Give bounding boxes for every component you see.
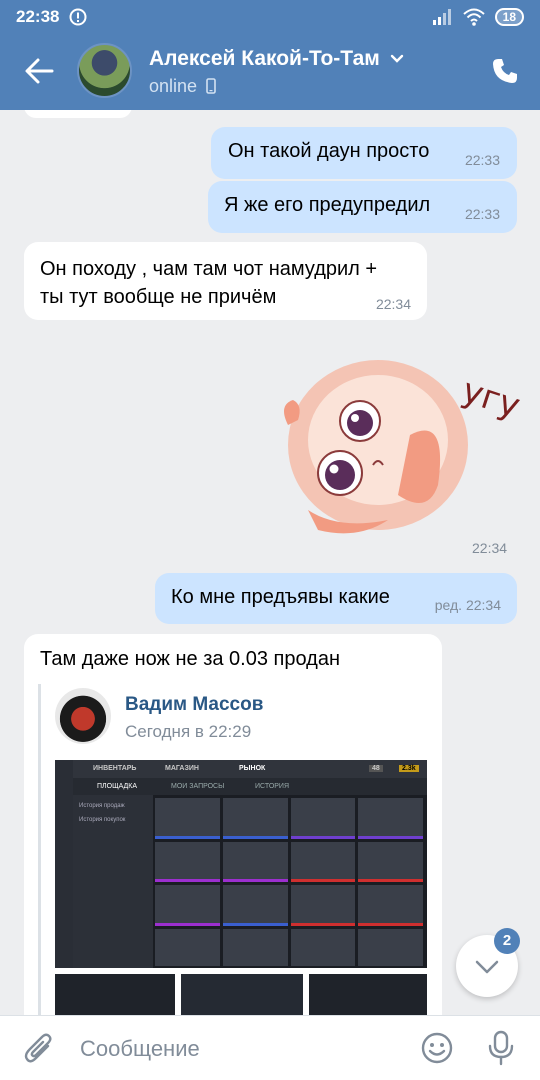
game-sidebar [55, 760, 73, 968]
attached-thumbnail[interactable] [181, 974, 303, 1015]
message-input[interactable]: Сообщение [80, 1036, 200, 1062]
battery-indicator: 18 [494, 8, 524, 26]
sticker-time: 22:34 [472, 540, 508, 556]
contact-avatar[interactable] [77, 43, 132, 98]
repost-author-avatar[interactable] [55, 688, 111, 744]
signal-icon [432, 9, 451, 25]
attached-thumbnail[interactable] [309, 974, 427, 1015]
message-bubble-out[interactable]: Он такой даун просто 22:33 [211, 127, 517, 179]
game-subtab-1: МОИ ЗАПРОСЫ [171, 783, 225, 790]
contact-status-text: online [149, 76, 198, 96]
game-side-item-1: История покупок [79, 817, 126, 823]
message-text: Он такой даун просто [228, 140, 430, 162]
game-tab-market: РЫНОК [239, 765, 266, 772]
game-subtab-2: ИСТОРИЯ [255, 783, 290, 790]
message-time: 22:34 [375, 296, 411, 312]
game-side-item-0: История продаж [79, 803, 125, 809]
message-bubble-out[interactable]: Я же его предупредил 22:33 [208, 181, 517, 233]
sticker-caption: угу [457, 371, 523, 427]
mobile-icon [206, 78, 216, 94]
back-arrow-icon[interactable] [22, 54, 56, 88]
status-bar: 22:38 18 [0, 0, 540, 34]
message-list[interactable]: Он такой даун просто 22:33 Я же его пред… [0, 110, 540, 1015]
phone-icon[interactable] [490, 56, 520, 86]
microphone-icon[interactable] [487, 1030, 515, 1066]
message-composer: Сообщение [0, 1015, 540, 1080]
sticker-image[interactable]: угу [278, 345, 523, 560]
repost-date: Сегодня в 22:29 [125, 722, 252, 741]
message-bubble-in[interactable]: Он походу , чам там чот намудрил + ты ту… [24, 242, 427, 320]
game-side-panel: История продаж История покупок [73, 795, 153, 968]
message-bubble-in[interactable]: Там даже нож не за 0.03 продан Вадим Мас… [24, 634, 442, 1015]
game-tabbar: ИНВЕНТАРЬ МАГАЗИН РЫНОК 48 2.3k [73, 760, 427, 778]
attached-image[interactable]: ИНВЕНТАРЬ МАГАЗИН РЫНОК 48 2.3k ПЛОЩАДКА… [55, 760, 427, 968]
message-text: Я же его предупредил [224, 194, 431, 216]
chat-header: Алексей Какой-То-Там online [0, 34, 540, 110]
game-balance-2: 2.3k [399, 765, 419, 772]
message-time: 22:33 [464, 152, 500, 168]
game-subtab-0: ПЛОЩАДКА [97, 783, 138, 790]
message-text: Ко мне предъявы какие [171, 586, 390, 608]
unread-count-badge: 2 [494, 928, 520, 954]
game-tab-shop: МАГАЗИН [165, 765, 199, 772]
contact-name[interactable]: Алексей Какой-То-Там [149, 47, 404, 71]
game-balance-1: 48 [369, 765, 383, 772]
previous-message-bubble [24, 110, 132, 118]
message-time: ред. 22:34 [434, 597, 501, 613]
message-time: 22:33 [464, 206, 500, 222]
message-text: Там даже нож не за 0.03 продан [40, 648, 341, 670]
chevron-down-icon [390, 55, 403, 64]
status-time: 22:38 [16, 7, 60, 26]
message-bubble-out[interactable]: Ко мне предъявы какие ред. 22:34 [155, 573, 517, 624]
game-tab-inventory: ИНВЕНТАРЬ [93, 765, 137, 772]
game-subtabbar: ПЛОЩАДКА МОИ ЗАПРОСЫ ИСТОРИЯ [73, 778, 427, 795]
paperclip-icon[interactable] [24, 1032, 54, 1066]
repost-author[interactable]: Вадим Массов [125, 694, 263, 716]
contact-status: online [149, 76, 216, 97]
message-text: Он походу , чам там чот намудрил + ты ту… [40, 258, 378, 308]
emoji-icon[interactable] [420, 1031, 454, 1065]
contact-name-text: Алексей Какой-То-Там [149, 47, 380, 70]
wifi-icon [462, 8, 485, 26]
repost-block[interactable]: Вадим Массов Сегодня в 22:29 ИНВЕНТАРЬ М… [38, 684, 428, 1015]
alert-icon [69, 8, 87, 26]
attached-thumbnail[interactable] [55, 974, 175, 1015]
svg-text:угу: угу [457, 371, 523, 427]
game-item-grid [155, 798, 423, 966]
